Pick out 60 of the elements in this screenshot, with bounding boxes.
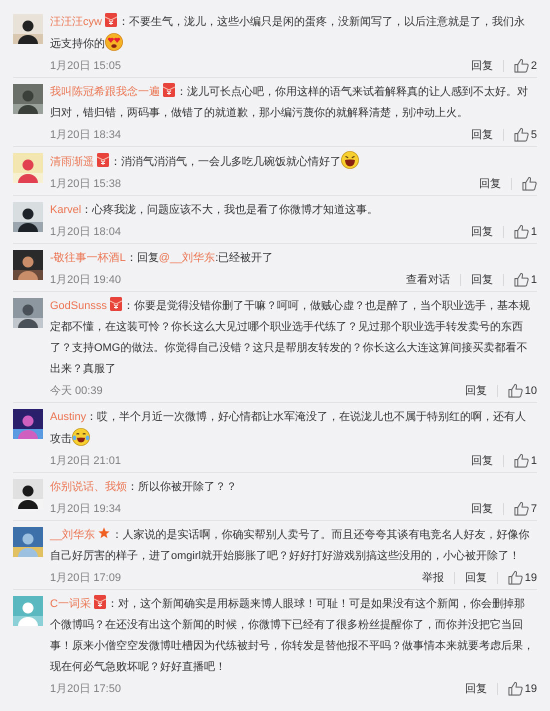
comment-time: 1月20日 18:04 [50,225,121,239]
envelope-icon [163,83,175,97]
comment-action-link[interactable]: 举报 [412,572,455,584]
comment-text: Karvel：心疼我泷，问题应该不大，我也是看了你微博才知道这事。 [50,202,380,218]
comment-action-link[interactable]: 回复 [460,454,504,466]
laughing-emoji-icon [341,151,359,169]
thumbs-up-icon[interactable] [522,176,537,191]
comment-action-link[interactable]: 查看对话 [396,274,461,286]
thumbs-up-icon[interactable] [514,127,529,142]
like-count: 7 [530,502,537,514]
thumbs-up-icon[interactable] [508,681,523,696]
comment-action-link[interactable]: 回复 [460,128,504,140]
like-count: 1 [530,226,537,238]
like-count: 1 [530,274,537,286]
thumbs-up-icon[interactable] [508,570,523,585]
envelope-icon [104,13,117,27]
like-count: 5 [530,128,537,140]
comment-time: 1月20日 17:09 [50,571,121,585]
comment-time: 1月20日 17:50 [50,682,121,696]
comment-action-link[interactable]: 回复 [460,60,504,72]
comment-text: C一词采 ：对，这个新闻确实是用标题来博人眼球！可耻！可是如果没有这个新闻，你会删掉那个微博吗？在还没有出这个新闻的时候，你微博下已经有了很多粉丝提醒你了，而你并没把它当回事！原来小僧空空发微博吐槽因为代练被封号，你转发是替他报不平吗？做事情本来就要考虑后果，现在何必气急败坏呢？好好直播吧！ [50,594,537,678]
comment-action-link[interactable]: 回复 [454,572,498,584]
comment-action-link[interactable]: 回复 [460,226,504,238]
like-count: 19 [524,682,537,694]
comment-time: 1月20日 15:05 [50,59,121,73]
comment-action-link[interactable]: 回复 [454,682,498,694]
thumbs-up-icon[interactable] [514,501,529,516]
thumbs-up-icon[interactable] [514,224,529,239]
like-count: 10 [524,384,537,396]
comment-time: 1月20日 19:34 [50,502,121,516]
comment-action-link[interactable]: 回复 [454,384,498,396]
comment-time: 1月20日 18:34 [50,128,121,142]
comment-text: 我叫陈冠希跟我念一遍 ：泷儿可长点心吧，你用这样的语气来试着解释真的让人感到不太好。对归对，错归错，两码事，做错了的就道歉，那小编污蔑你的就解释清楚，别冲动上火。 [50,82,537,124]
envelope-icon [97,153,109,167]
comment-time: 1月20日 21:01 [50,454,121,468]
heart-eyes-emoji-icon [105,33,123,51]
comment-text: 清雨渐遥 ：消消气消消气，一会儿多吃几碗饭就心情好了 [50,151,537,173]
comment-time: 1月20日 15:38 [50,177,121,191]
thumbs-up-icon[interactable] [514,453,529,468]
envelope-icon [110,297,122,311]
star-icon [98,526,110,540]
comment-time: 1月20日 19:40 [50,273,121,287]
comment-action-link[interactable]: 回复 [460,502,504,514]
comment-text: GodSunsss ：你要是觉得没错你删了干嘛？呵呵，做贼心虚？也是醉了，当个职业选手，基本规定都不懂，在这装可怜？你长这么大见过哪个职业选手代练了？见过那个职业选手转发卖号的东西了？支持OMG的做法。你觉得自己没错？这只是帮朋友转发的？你长这么大连这算间接买卖都看不出来？真服了 [50,296,537,380]
thumbs-up-icon[interactable] [508,383,523,398]
comment-text: __刘华东 ：人家说的是实话啊，你确实帮别人卖号了。而且还夸夸其谈有电竞名人好友，好像你自己好厉害的样子，进了omgirl就开始膨胀了吧？好好打好游戏别搞这些没用的，小心被开除了！ [50,525,537,567]
comment-time: 今天 00:39 [50,384,103,398]
thumbs-up-icon[interactable] [514,272,529,287]
thumbs-up-icon[interactable] [514,58,529,73]
like-count: 19 [524,572,537,584]
comment-text: 你别说话、我烦：所以你被开除了？？ [50,480,238,495]
comment-action-link[interactable]: 回复 [460,274,504,286]
envelope-icon [94,595,106,609]
like-count: 2 [530,60,537,72]
comment-text: Austiny：哎，半个月近一次微博，好心情都让水军淹没了，在说泷儿也不属于特别红的啊，还有人攻击 [50,410,528,448]
comment-text: -敬往事一杯酒L：回复@__刘华东:已经被开了 [50,250,274,266]
comment-action-link[interactable]: 回复 [469,178,512,190]
comment-text: 汪汪汪cyw ：不要生气，泷儿，这些小编只是闲的蛋疼，没新闻写了，以后注意就是了，我们永远支持你的 [50,12,537,55]
tears-of-joy-emoji-icon [72,428,90,446]
like-count: 1 [530,454,537,466]
